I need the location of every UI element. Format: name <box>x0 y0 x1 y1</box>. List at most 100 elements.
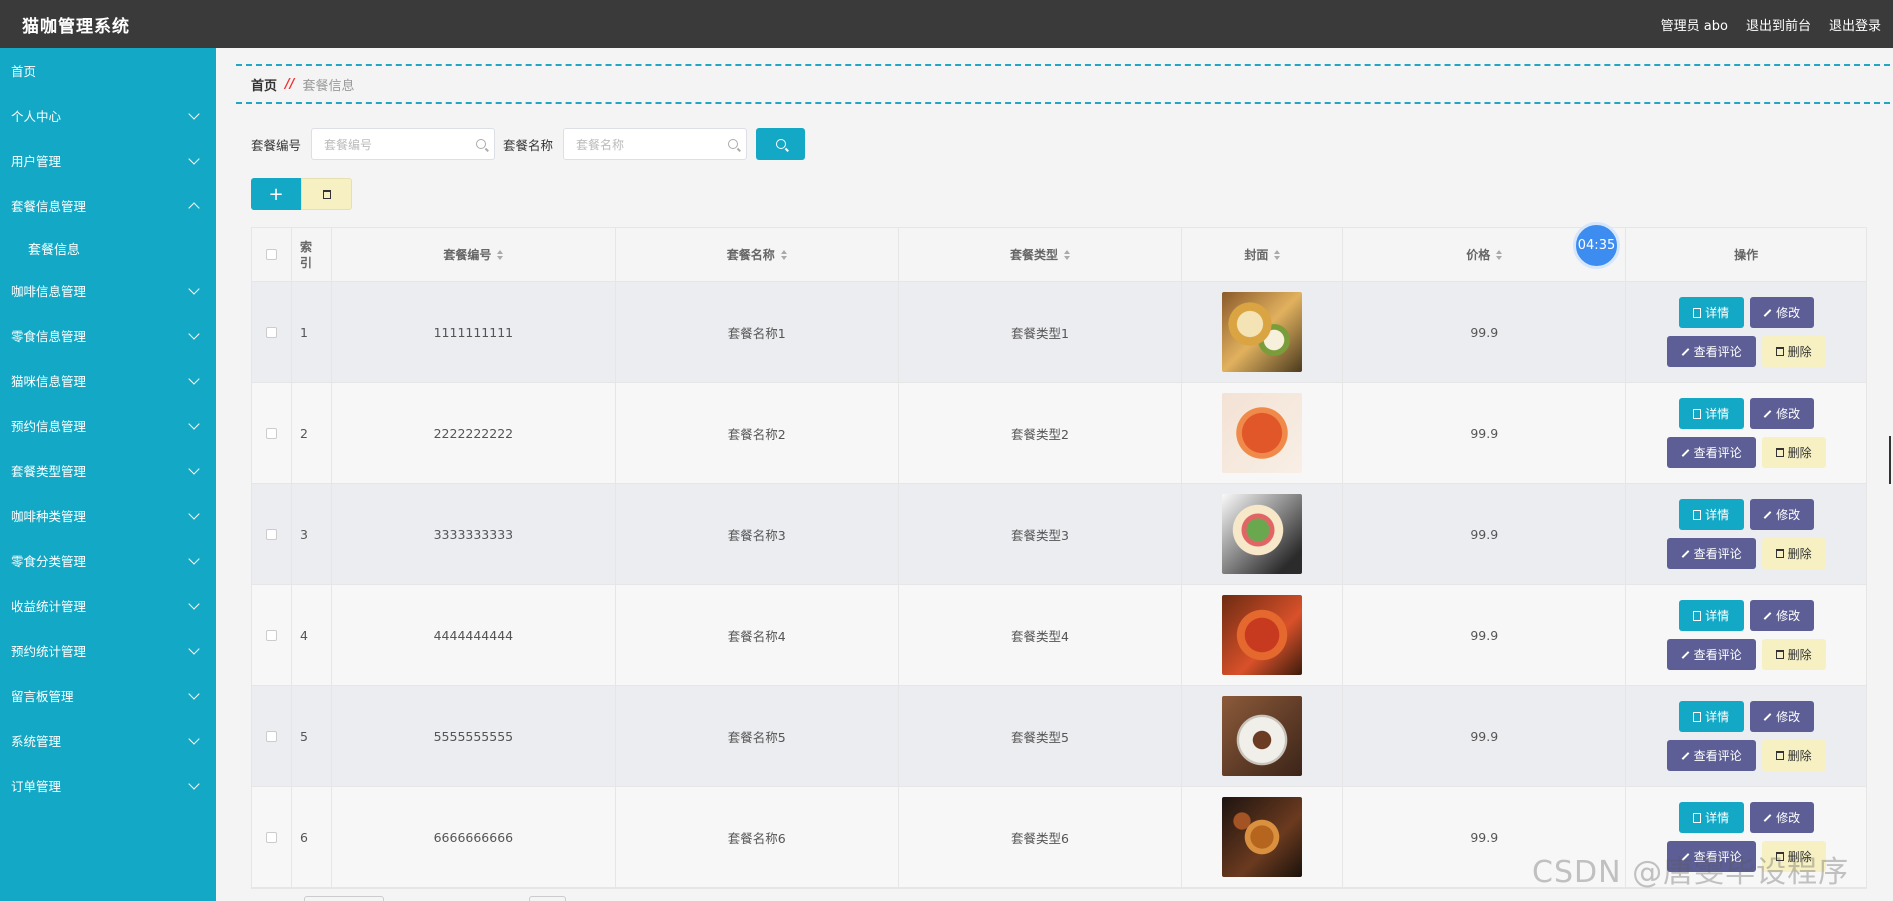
sidebar-item-home[interactable]: 首页 <box>0 48 216 93</box>
detail-button[interactable]: 详情 <box>1678 398 1744 429</box>
sidebar-item-coffee[interactable]: 咖啡信息管理 <box>0 268 216 313</box>
row-index: 5 <box>299 728 308 744</box>
row-checkbox[interactable] <box>265 326 277 338</box>
document-icon <box>1693 509 1702 520</box>
column-header-cover[interactable]: 封面 <box>1182 228 1344 281</box>
cover-image <box>1222 797 1303 877</box>
sidebar-item-cats[interactable]: 猫咪信息管理 <box>0 358 216 403</box>
review-label: 查看评论 <box>1693 446 1742 460</box>
row-type: 套餐类型6 <box>1011 830 1069 846</box>
pencil-icon <box>1681 549 1689 558</box>
delete-button[interactable]: 删除 <box>1761 538 1826 569</box>
pencil-icon <box>1763 308 1772 317</box>
row-checkbox[interactable] <box>265 427 277 439</box>
admin-label: 管理员 abo <box>1660 18 1728 34</box>
search-bar: 套餐编号 套餐编号 套餐名称 套餐名称 <box>251 128 806 160</box>
add-button[interactable]: + <box>251 178 301 210</box>
view-reviews-button[interactable]: 查看评论 <box>1666 639 1756 670</box>
row-checkbox[interactable] <box>265 831 277 843</box>
row-price: 99.9 <box>1470 627 1499 643</box>
view-reviews-button[interactable]: 查看评论 <box>1666 740 1756 771</box>
sidebar-item-revenue-stats[interactable]: 收益统计管理 <box>0 583 216 628</box>
detail-label: 详情 <box>1705 710 1730 724</box>
name-search-input[interactable]: 套餐名称 <box>563 128 748 160</box>
trash-icon <box>1775 448 1784 457</box>
search-button[interactable] <box>756 128 806 160</box>
row-name: 套餐名称3 <box>727 527 786 543</box>
view-reviews-button[interactable]: 查看评论 <box>1666 437 1756 468</box>
delete-label: 删除 <box>1787 345 1812 359</box>
edit-button[interactable]: 修改 <box>1749 499 1814 530</box>
edit-button[interactable]: 修改 <box>1749 802 1814 833</box>
sidebar-subitem-package-info[interactable]: 套餐信息 <box>0 228 216 268</box>
row-type: 套餐类型3 <box>1011 527 1069 543</box>
edit-button[interactable]: 修改 <box>1749 701 1814 732</box>
edit-button[interactable]: 修改 <box>1749 600 1814 631</box>
sidebar-item-users[interactable]: 用户管理 <box>0 138 216 183</box>
row-checkbox[interactable] <box>265 730 277 742</box>
column-header-label: 价格 <box>1466 248 1491 262</box>
column-header-label: 套餐类型 <box>1010 248 1059 262</box>
chevron-down-icon <box>188 642 200 655</box>
select-all-checkbox[interactable] <box>265 249 277 260</box>
breadcrumb-current: 套餐信息 <box>302 78 355 94</box>
edit-button[interactable]: 修改 <box>1749 398 1814 429</box>
sidebar-item-label: 系统管理 <box>11 734 62 749</box>
sidebar-item-message-board[interactable]: 留言板管理 <box>0 673 216 718</box>
sidebar-item-package-mgmt[interactable]: 套餐信息管理 <box>0 183 216 228</box>
sidebar-item-reservation-stats[interactable]: 预约统计管理 <box>0 628 216 673</box>
sidebar-item-reservations[interactable]: 预约信息管理 <box>0 403 216 448</box>
row-name: 套餐名称1 <box>727 325 786 341</box>
pager-size-select[interactable] <box>304 896 384 901</box>
sidebar-item-orders[interactable]: 订单管理 <box>0 763 216 808</box>
breadcrumb-home[interactable]: 首页 <box>251 75 277 94</box>
row-checkbox[interactable] <box>265 528 277 540</box>
to-front-link[interactable]: 退出到前台 <box>1746 15 1811 34</box>
view-reviews-button[interactable]: 查看评论 <box>1666 538 1756 569</box>
sidebar: 首页 个人中心 用户管理 套餐信息管理 套餐信息 咖啡信息管理 零食信息管理 猫… <box>0 48 216 901</box>
delete-button[interactable]: 删除 <box>1761 437 1826 468</box>
row-index: 4 <box>299 627 308 643</box>
table-row: 4 4444444444 套餐名称4 套餐类型4 99.9 详情 修改 查看评论… <box>252 585 1866 686</box>
detail-button[interactable]: 详情 <box>1678 297 1744 328</box>
row-checkbox[interactable] <box>265 629 277 641</box>
sidebar-item-snack-categories[interactable]: 零食分类管理 <box>0 538 216 583</box>
row-price: 99.9 <box>1470 526 1499 542</box>
code-search-input[interactable]: 套餐编号 <box>311 128 496 160</box>
row-price: 99.9 <box>1470 829 1499 845</box>
watermark: CSDN @唐雯毕设程序 <box>1532 855 1850 890</box>
sidebar-item-coffee-kinds[interactable]: 咖啡种类管理 <box>0 493 216 538</box>
detail-button[interactable]: 详情 <box>1678 701 1744 732</box>
delete-button[interactable]: 删除 <box>1761 639 1826 670</box>
detail-button[interactable]: 详情 <box>1678 600 1744 631</box>
sidebar-item-system[interactable]: 系统管理 <box>0 718 216 763</box>
chevron-down-icon <box>188 152 200 165</box>
top-bar: 猫咖管理系统 管理员 abo 退出到前台 退出登录 <box>0 0 1893 48</box>
main-content: 首页 // 套餐信息 套餐编号 套餐编号 套餐名称 套餐名称 + 索引 套餐编号… <box>216 48 1893 901</box>
detail-button[interactable]: 详情 <box>1678 499 1744 530</box>
logout-link[interactable]: 退出登录 <box>1829 15 1881 34</box>
delete-button[interactable]: 删除 <box>1761 336 1826 367</box>
row-price: 99.9 <box>1470 324 1499 340</box>
pager-jump-input[interactable] <box>529 896 566 901</box>
column-header-code[interactable]: 套餐编号 <box>332 228 616 281</box>
column-header-type[interactable]: 套餐类型 <box>899 228 1183 281</box>
cover-image <box>1222 494 1303 574</box>
chevron-down-icon <box>188 107 200 120</box>
batch-delete-button[interactable] <box>301 178 352 210</box>
view-reviews-button[interactable]: 查看评论 <box>1666 336 1756 367</box>
sidebar-item-profile[interactable]: 个人中心 <box>0 93 216 138</box>
table-header: 索引 套餐编号 套餐名称 套餐类型 封面 价格 操作 <box>252 228 1866 282</box>
timer-badge[interactable]: 04:35 <box>1573 222 1620 269</box>
edit-label: 修改 <box>1776 407 1801 421</box>
sidebar-item-package-types[interactable]: 套餐类型管理 <box>0 448 216 493</box>
code-search-placeholder: 套餐编号 <box>324 137 373 152</box>
edit-button[interactable]: 修改 <box>1749 297 1814 328</box>
column-header-name[interactable]: 套餐名称 <box>616 228 899 281</box>
pencil-icon <box>1681 347 1689 356</box>
detail-button[interactable]: 详情 <box>1678 802 1744 833</box>
delete-button[interactable]: 删除 <box>1761 740 1826 771</box>
table-row: 3 3333333333 套餐名称3 套餐类型3 99.9 详情 修改 查看评论… <box>252 484 1866 585</box>
review-label: 查看评论 <box>1693 648 1742 662</box>
sidebar-item-snacks[interactable]: 零食信息管理 <box>0 313 216 358</box>
